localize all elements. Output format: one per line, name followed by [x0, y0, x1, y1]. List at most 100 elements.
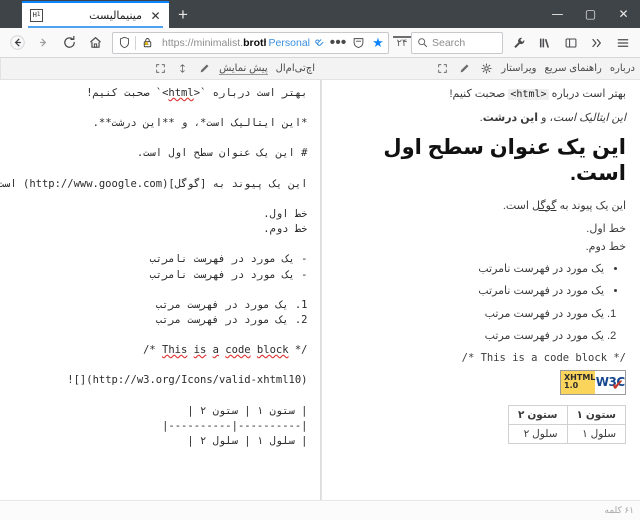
p1-before: بهتر است درباره: [548, 88, 626, 100]
preview-paragraph-1: بهتر است درباره <html> صحبت کنیم!: [332, 86, 626, 103]
url-prefix: https://minimalist.: [162, 36, 244, 49]
toolbar-preview-link[interactable]: پیش نمایش: [219, 63, 268, 75]
url-text[interactable]: https://minimalist.brothe…: [158, 37, 266, 49]
gear-icon[interactable]: [479, 62, 493, 76]
editor-line[interactable]: 1. یک مورد در فهرست مرتب: [10, 298, 308, 313]
editor-line[interactable]: *این ایتالیک است*، و **این درشت**.: [10, 116, 308, 131]
reload-button[interactable]: [56, 30, 82, 56]
editor-line[interactable]: [10, 162, 308, 177]
toolbar-quickguide-link[interactable]: راهنمای سریع: [544, 63, 601, 74]
preview-line-1: خط اول.: [586, 223, 626, 235]
list-item: یک مورد در فهرست نامرتب: [332, 262, 604, 277]
editor-line[interactable]: [10, 358, 308, 373]
editor-line[interactable]: [10, 101, 308, 116]
preview-paragraph-3: این یک پیوند به گوگل است.: [332, 198, 626, 215]
browser-tab[interactable]: H1 مینیمالیست ✕: [22, 1, 169, 28]
w3c-badge-text: XHTML 1.0: [561, 370, 596, 394]
editor-line[interactable]: [10, 131, 308, 146]
editor-line[interactable]: خط اول.: [10, 207, 307, 222]
fullscreen-icon[interactable]: [153, 62, 167, 76]
toolbar-editor-link[interactable]: ویراستار: [501, 63, 536, 74]
table-cell: سلول ۲: [508, 423, 568, 444]
toolbar-about-link[interactable]: درباره: [610, 63, 635, 74]
navigation-toolbar: https://minimalist.brothe… Personal ••• …: [0, 28, 640, 58]
app-toolbar-right: درباره راهنمای سریع ویراستار: [320, 58, 640, 79]
list-item: یک مورد در فهرست نامرتب: [332, 284, 604, 299]
p1-after: صحبت کنیم!: [449, 88, 509, 100]
editor-line[interactable]: - یک مورد در فهرست نامرتب: [10, 268, 307, 283]
editor-line[interactable]: /* This is a code block */: [10, 343, 307, 358]
url-domain: brothe: [243, 36, 265, 49]
editor-line[interactable]: ![](http://w3.org/Icons/valid-xhtml10): [10, 373, 307, 388]
editor-line[interactable]: - یک مورد در فهرست نامرتب: [10, 252, 307, 267]
close-window-button[interactable]: ✕: [607, 0, 640, 28]
tab-strip: H1 مینیمالیست ✕ +: [0, 0, 197, 28]
forward-button[interactable]: [30, 30, 56, 56]
italic-text: این ایتالیک است: [553, 111, 626, 124]
p2-mid: ، و: [538, 111, 554, 124]
home-button[interactable]: [82, 30, 108, 56]
reader-mode-icon[interactable]: [348, 33, 368, 53]
minimize-button[interactable]: —: [541, 0, 574, 28]
google-link[interactable]: گوگل: [532, 200, 557, 212]
menu-icon[interactable]: [610, 30, 636, 56]
pen-icon[interactable]: [457, 62, 471, 76]
container-label[interactable]: Personal: [266, 37, 313, 49]
close-tab-icon[interactable]: ✕: [148, 8, 163, 23]
tab-favicon: H1: [30, 9, 43, 22]
tab-title: مینیمالیست: [89, 10, 142, 22]
list-item: یک مورد در فهرست مرتب: [332, 307, 604, 322]
pen-icon[interactable]: [197, 62, 211, 76]
fullscreen-icon[interactable]: [435, 62, 449, 76]
bold-text: این درشت: [482, 111, 539, 124]
back-button[interactable]: [4, 30, 30, 56]
editor-lines[interactable]: بهتر است درباره `<html>` صحبت کنیم! *این…: [0, 86, 308, 449]
editor-line[interactable]: | ستون ۱ | ستون ۲ |: [10, 404, 307, 419]
editor-line[interactable]: # این یک عنوان سطح اول است.: [10, 146, 308, 161]
editor-line[interactable]: [10, 389, 308, 404]
editor-line[interactable]: 2. یک مورد در فهرست مرتب: [10, 313, 308, 328]
editor-line[interactable]: |----------|----------|: [10, 419, 307, 434]
app-toolbar: اچ‌تی‌ام‌ال پیش نمایش درباره راهنمای سری…: [0, 58, 640, 80]
new-tab-button[interactable]: +: [169, 1, 197, 28]
editor-line[interactable]: [10, 328, 308, 343]
checkmark-icon: ✔: [611, 375, 624, 394]
table-header-cell: ستون ۱: [566, 404, 626, 425]
preview-table: ستون ۱ ستون ۲ سلول ۱ سلول ۲: [508, 404, 626, 444]
badge-line-2: 1.0: [564, 381, 579, 391]
wrench-icon[interactable]: [506, 30, 532, 56]
editor-line[interactable]: این یک پیوند به [گوگل](http://www.google…: [0, 177, 308, 192]
container-icon[interactable]: [313, 36, 326, 49]
url-bar[interactable]: https://minimalist.brothe… Personal ••• …: [112, 31, 389, 54]
editor-line[interactable]: [10, 237, 308, 252]
bookmark-star-icon[interactable]: ★: [368, 33, 388, 53]
sidebar-icon[interactable]: [558, 30, 584, 56]
page-actions-icon[interactable]: •••: [328, 33, 348, 53]
editor-line[interactable]: | سلول ۱ | سلول ۲ |: [10, 434, 307, 449]
browser-window: H1 مینیمالیست ✕ + — ▢ ✕ https://minimali…: [0, 0, 640, 520]
overflow-icon[interactable]: [584, 30, 610, 56]
ordered-list: یک مورد در فهرست مرتب یک مورد در فهرست م…: [332, 307, 627, 345]
maximize-button[interactable]: ▢: [574, 0, 607, 28]
search-input[interactable]: Search: [411, 31, 503, 54]
list-item: یک مورد در فهرست مرتب: [332, 329, 604, 344]
w3c-validation-badge[interactable]: W3C XHTML 1.0 ✔: [560, 369, 626, 395]
p3-after: است.: [502, 199, 533, 212]
markdown-editor[interactable]: بهتر است درباره `<html>` صحبت کنیم! *این…: [0, 80, 320, 500]
editor-preview-split: بهتر است درباره `<html>` صحبت کنیم! *این…: [0, 80, 640, 500]
toolbar-html-link[interactable]: اچ‌تی‌ام‌ال: [276, 63, 315, 74]
counter-badge[interactable]: ۲۴: [393, 35, 411, 50]
unordered-list: یک مورد در فهرست نامرتب یک مورد در فهرست…: [332, 262, 627, 300]
table-header-cell: ستون ۲: [508, 404, 568, 425]
lock-warning-icon[interactable]: [136, 33, 158, 53]
library-icon[interactable]: [532, 30, 558, 56]
p3-before: این یک پیوند به: [556, 199, 626, 212]
titlebar: H1 مینیمالیست ✕ + — ▢ ✕: [0, 0, 640, 28]
editor-line[interactable]: خط دوم.: [10, 222, 307, 237]
editor-line[interactable]: [10, 192, 308, 207]
resize-icon[interactable]: [175, 62, 189, 76]
editor-line[interactable]: بهتر است درباره `<html>` صحبت کنیم!: [10, 86, 307, 101]
tab-active-underline: [28, 26, 163, 28]
shield-icon[interactable]: [113, 33, 135, 53]
editor-line[interactable]: [10, 283, 308, 298]
